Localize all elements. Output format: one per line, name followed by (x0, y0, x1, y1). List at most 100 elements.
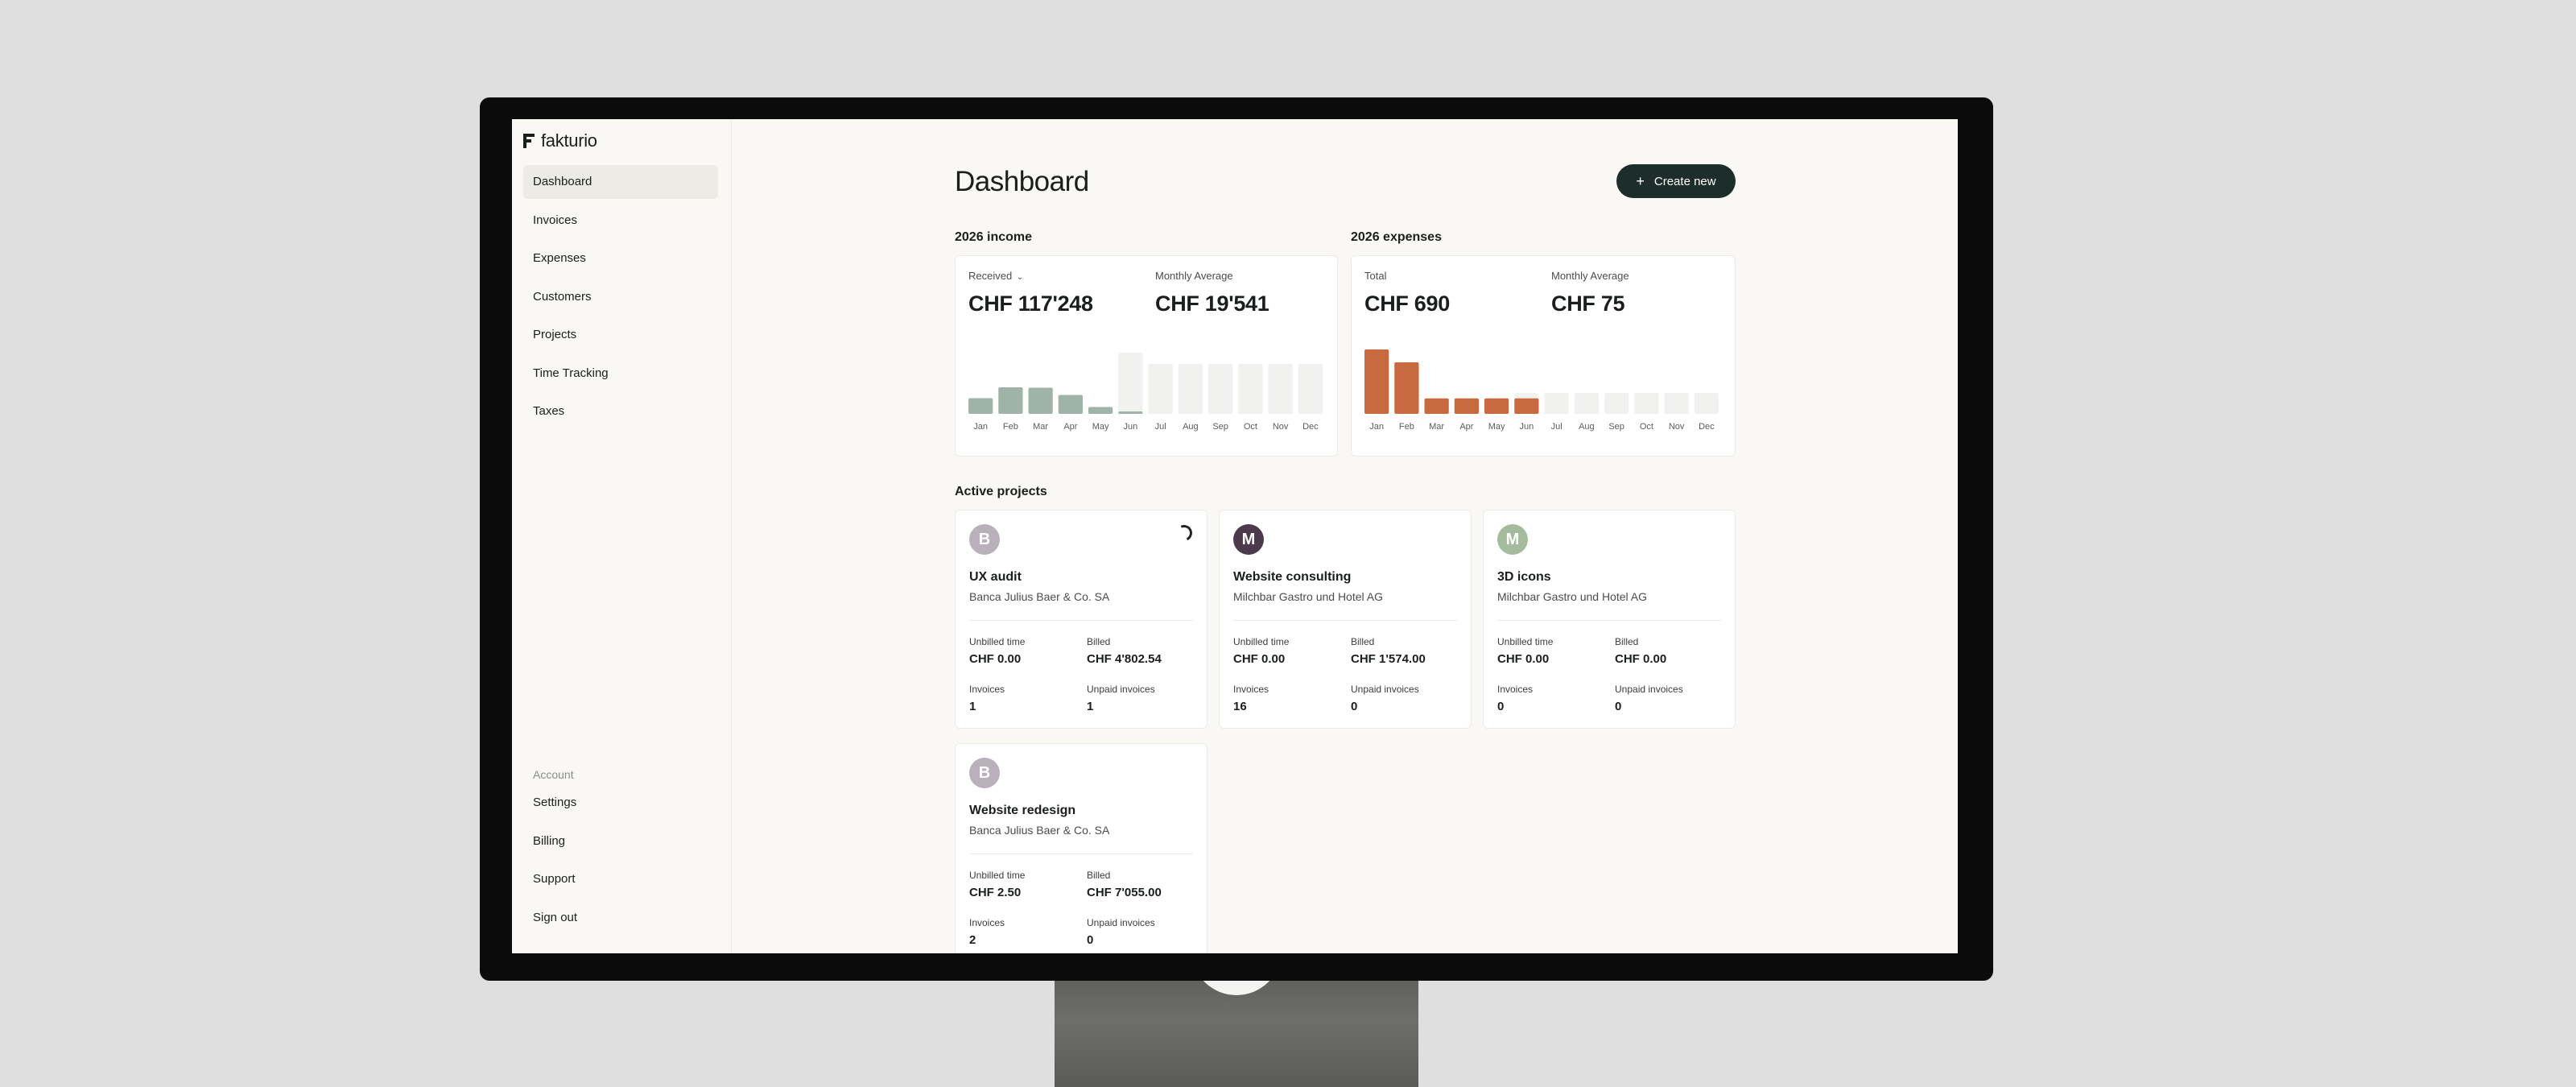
income-tick-label: Jul (1155, 422, 1166, 432)
sidebar-item-projects[interactable]: Projects (523, 318, 718, 352)
unpaid-invoices-label: Unpaid invoices (1615, 684, 1683, 695)
invoices-label: Invoices (1497, 684, 1534, 695)
sidebar-item-dashboard[interactable]: Dashboard (523, 165, 718, 199)
unbilled-time-value: CHF 2.50 (969, 886, 1022, 899)
expenses-tick-label: Jul (1551, 422, 1563, 432)
fakturio-logo-icon (523, 132, 536, 150)
expenses-section-label: 2026 expenses (1351, 230, 1442, 244)
income-bar-jun[interactable] (1118, 411, 1143, 414)
income-card: Received ⌄ CHF 117'248 Monthly Average C… (955, 255, 1338, 457)
expenses-chart-svg: Jan Feb Mar Apr May Jun Jul Aug Sep Oct Nov Dec (1364, 349, 1719, 432)
app-name: fakturio (541, 130, 597, 151)
expenses-bar-placeholder (1544, 393, 1569, 414)
unbilled-time-label: Unbilled time (1233, 636, 1290, 647)
expenses-tick-label: Nov (1669, 422, 1685, 432)
account-nav: Settings Billing Support Sign out (523, 786, 718, 939)
project-title: UX audit (969, 570, 1022, 584)
project-card[interactable]: B UX audit Banca Julius Baer & Co. SA Un… (955, 510, 1208, 729)
unbilled-time-value: CHF 0.00 (969, 652, 1022, 666)
expenses-bar-may[interactable] (1484, 398, 1509, 414)
income-average-value: CHF 19'541 (1155, 291, 1269, 316)
sidebar-item-time-tracking[interactable]: Time Tracking (523, 357, 718, 391)
project-title: Website consulting (1233, 570, 1352, 584)
project-client: Banca Julius Baer & Co. SA (969, 590, 1110, 603)
project-card[interactable]: M 3D icons Milchbar Gastro und Hotel AG … (1483, 510, 1736, 729)
income-filter-label: Received (968, 270, 1013, 282)
create-new-label: Create new (1653, 174, 1716, 188)
project-divider (1497, 620, 1721, 621)
expenses-tick-label: Dec (1699, 422, 1715, 432)
income-bar-jan[interactable] (968, 398, 993, 415)
project-card[interactable]: B Website redesign Banca Julius Baer & C… (955, 743, 1208, 953)
unbilled-time-label: Unbilled time (969, 870, 1026, 881)
income-bar-apr[interactable] (1058, 395, 1083, 415)
income-bar-may[interactable] (1088, 407, 1113, 415)
project-avatar: M (1497, 524, 1528, 555)
income-bar-placeholder (1238, 364, 1263, 414)
income-tick-label: Oct (1244, 422, 1257, 432)
income-bar-mar[interactable] (1028, 387, 1053, 415)
billed-value: CHF 4'802.54 (1087, 652, 1162, 666)
expenses-bar-placeholder (1694, 393, 1719, 414)
invoices-label: Invoices (969, 917, 1005, 928)
billed-label: Billed (1087, 870, 1111, 881)
project-client: Milchbar Gastro und Hotel AG (1233, 590, 1383, 603)
income-received-value: CHF 117'248 (968, 291, 1093, 316)
income-bar-feb[interactable] (998, 387, 1023, 414)
expenses-bar-feb[interactable] (1394, 362, 1419, 414)
expenses-total-value: CHF 690 (1364, 291, 1450, 316)
expenses-bar-placeholder (1604, 393, 1629, 414)
sidebar-item-customers[interactable]: Customers (523, 280, 718, 314)
unbilled-time-label: Unbilled time (969, 636, 1026, 647)
expenses-bar-chart: Jan Feb Mar Apr May Jun Jul Aug Sep Oct Nov Dec (1364, 349, 1719, 433)
unbilled-time-value: CHF 0.00 (1233, 652, 1286, 666)
invoices-value: 1 (969, 700, 976, 713)
income-bar-placeholder (1118, 353, 1143, 414)
sidebar: fakturio Dashboard Invoices Expenses Cus… (512, 119, 732, 953)
expenses-tick-label: May (1488, 422, 1505, 432)
project-title: 3D icons (1497, 570, 1551, 584)
project-client: Milchbar Gastro und Hotel AG (1497, 590, 1647, 603)
expenses-bar-jan[interactable] (1364, 349, 1389, 414)
expenses-bar-placeholder (1574, 393, 1599, 414)
income-tick-label: Aug (1183, 422, 1199, 432)
income-tick-label: Sep (1212, 422, 1228, 432)
unpaid-invoices-label: Unpaid invoices (1087, 917, 1155, 928)
sidebar-item-expenses[interactable]: Expenses (523, 242, 718, 275)
expenses-tick-label: Jun (1520, 422, 1534, 432)
income-filter-dropdown[interactable]: Received ⌄ (968, 270, 1023, 282)
expenses-average-value: CHF 75 (1551, 291, 1625, 316)
income-tick-label: May (1092, 422, 1109, 432)
income-bar-chart: Jan Feb Mar Apr May Jun Jul Aug Sep Oct Nov Dec (968, 349, 1323, 433)
unpaid-invoices-label: Unpaid invoices (1351, 684, 1419, 695)
income-chart-svg: Jan Feb Mar Apr May Jun Jul Aug Sep Oct Nov Dec (968, 353, 1323, 432)
expenses-bar-apr[interactable] (1454, 398, 1479, 414)
invoices-label: Invoices (969, 684, 1005, 695)
sidebar-item-invoices[interactable]: Invoices (523, 204, 718, 238)
invoices-label: Invoices (1233, 684, 1269, 695)
unbilled-time-value: CHF 0.00 (1497, 652, 1550, 666)
create-new-button[interactable]: + Create new (1616, 164, 1736, 198)
expenses-tick-label: Aug (1579, 422, 1595, 432)
expenses-bar-mar[interactable] (1424, 398, 1449, 414)
income-section-label: 2026 income (955, 230, 1033, 244)
unbilled-time-label: Unbilled time (1497, 636, 1554, 647)
income-tick-label: Jan (973, 422, 988, 432)
logo[interactable]: fakturio (523, 130, 597, 151)
sidebar-item-support[interactable]: Support (523, 862, 718, 896)
project-card[interactable]: M Website consulting Milchbar Gastro und… (1219, 510, 1472, 729)
sidebar-item-taxes[interactable]: Taxes (523, 395, 718, 428)
income-average-label: Monthly Average (1155, 270, 1233, 282)
sidebar-item-settings[interactable]: Settings (523, 786, 718, 820)
sidebar-item-sign-out[interactable]: Sign out (523, 901, 718, 935)
sidebar-item-billing[interactable]: Billing (523, 825, 718, 858)
account-section-label: Account (533, 768, 574, 781)
income-tick-label: Dec (1302, 422, 1319, 432)
projects-section-label: Active projects (955, 485, 1047, 498)
income-bar-placeholder (1208, 364, 1233, 414)
expenses-bar-jun[interactable] (1514, 398, 1539, 414)
unpaid-invoices-value: 1 (1087, 700, 1094, 713)
main-content: Dashboard + Create new 2026 income Recei… (955, 119, 1736, 953)
invoices-value: 2 (969, 933, 976, 947)
project-divider (969, 620, 1193, 621)
